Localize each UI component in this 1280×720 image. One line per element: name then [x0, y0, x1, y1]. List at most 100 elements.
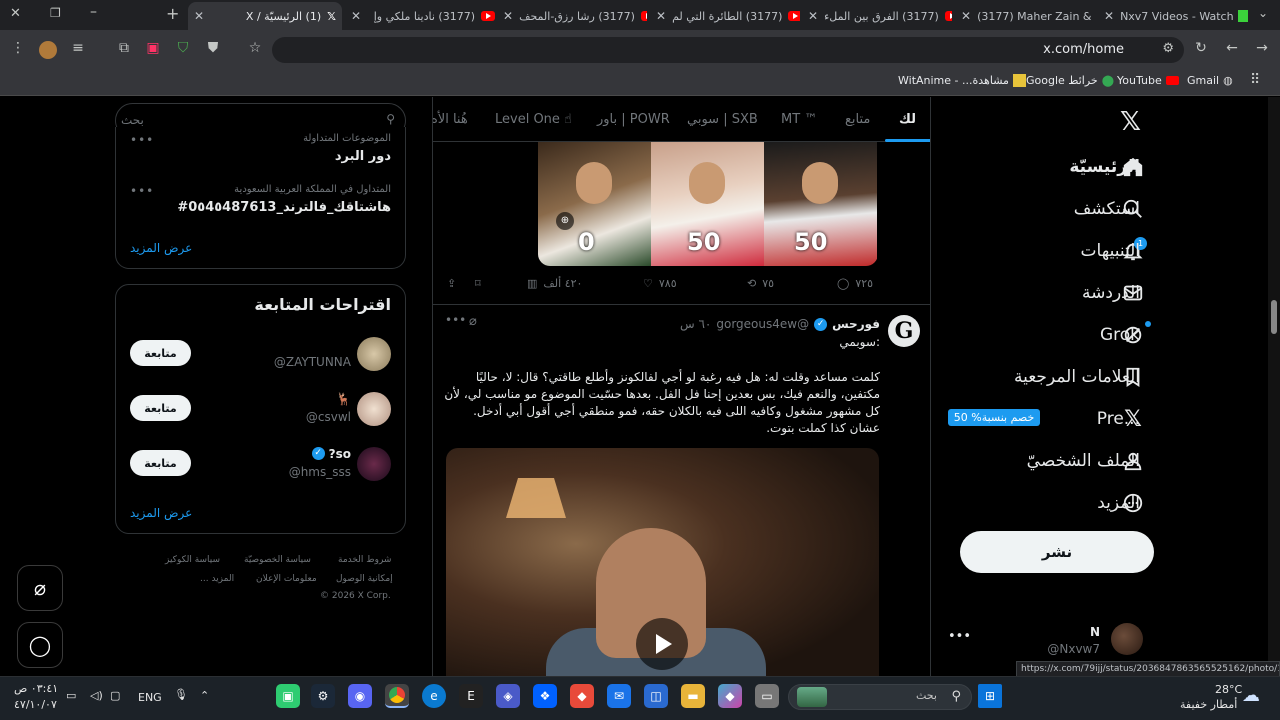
media-image[interactable]: 0 ⊕	[538, 142, 651, 266]
nav-explore[interactable]: استكشف	[1074, 199, 1140, 219]
tab-video-2[interactable]: ✕ (3177) الفرق بين الملء	[802, 4, 952, 28]
like-count[interactable]: ♡ ٧٨٥	[643, 277, 677, 290]
tweet-media[interactable]: 0 ⊕ 50 50	[538, 142, 878, 266]
trend-more-icon[interactable]: •••	[130, 184, 154, 198]
media-control-icon[interactable]: ≡	[68, 40, 88, 56]
shield-icon[interactable]: ⛉	[173, 40, 193, 56]
close-window-icon[interactable]: ✕	[10, 6, 21, 21]
app-green-icon[interactable]: ▣	[276, 684, 300, 708]
tab-video-5[interactable]: ✕ (3177) نادينا ملكي وإ	[345, 4, 495, 28]
taskbar-search[interactable]: ⚲	[788, 684, 972, 710]
tab-sxb[interactable]: سوبي | SXB	[687, 112, 758, 127]
epic-games-icon[interactable]: E	[459, 684, 483, 708]
follow-button[interactable]: متابعة	[130, 395, 191, 421]
footer-accessibility[interactable]: إمكانية الوصول	[336, 574, 393, 584]
play-button-icon[interactable]	[636, 618, 688, 670]
show-more-link[interactable]: عرض المزيد	[130, 506, 192, 520]
edge-icon[interactable]: e	[422, 684, 446, 708]
footer-more[interactable]: ... المزيد	[200, 574, 234, 584]
tweet-more-icon[interactable]: •••	[445, 313, 466, 327]
tab-more[interactable]: هُنا الأه	[433, 112, 468, 127]
suggestion-avatar[interactable]	[357, 392, 391, 426]
footer-privacy[interactable]: سياسة الخصوصيّة	[244, 555, 311, 565]
tab-mt[interactable]: MT ™	[781, 112, 817, 127]
suggestion-handle[interactable]: @ZAYTUNNA	[274, 355, 351, 369]
tweet-author-avatar[interactable]: G	[888, 315, 920, 347]
network-icon[interactable]: ▢	[110, 689, 120, 702]
tab-video-3[interactable]: ✕ (3177) الطائرة التي لم	[650, 4, 800, 28]
rain-cloud-icon[interactable]: ☁	[1242, 685, 1260, 706]
suggestion-avatar[interactable]	[357, 337, 391, 371]
follow-button[interactable]: متابعة	[130, 340, 191, 366]
restore-window-icon[interactable]: ❐	[50, 6, 61, 20]
bookmark-gmail[interactable]: Gmail ◍	[1187, 74, 1233, 87]
premium-discount-badge[interactable]: 50 %خصم بنسبة	[948, 409, 1040, 426]
tab-following[interactable]: متابع	[845, 112, 870, 127]
tab-x-home[interactable]: ✕ (1) الرئيسيّة / X 𝕏	[188, 2, 342, 30]
trend-title[interactable]: #هاشتاقك_فالترند_0٥4٥487613	[177, 200, 391, 215]
reply-count[interactable]: ◯ ٧٢٥	[837, 277, 873, 290]
app-icon[interactable]: ▭	[755, 684, 779, 708]
bookmark-witanime[interactable]: مشاهدة... - WitAnime	[898, 74, 1026, 87]
nav-notifications[interactable]: التنبيهات	[1081, 241, 1140, 261]
tray-overflow-icon[interactable]: ⌃	[200, 689, 209, 702]
back-icon[interactable]: ←	[1222, 40, 1242, 56]
battery-icon[interactable]: ▭	[66, 689, 76, 702]
new-tab-icon[interactable]: +	[166, 4, 179, 23]
trend-title[interactable]: دور البرد	[335, 149, 391, 164]
messages-floating-button[interactable]: ◯	[17, 622, 63, 668]
bookmark-youtube[interactable]: YouTube	[1117, 74, 1179, 87]
tab-for-you[interactable]: لك	[899, 112, 916, 127]
address-bar[interactable]: x.com/home ⚙	[272, 37, 1184, 63]
tweet-author-name[interactable]: فورحس	[832, 317, 880, 331]
nav-more[interactable]: المزيد	[1097, 493, 1140, 513]
nav-grok[interactable]: Grok	[1100, 325, 1140, 345]
vpn-icon[interactable]: ⛊	[203, 40, 223, 56]
minimize-window-icon[interactable]: –	[90, 4, 97, 20]
x-logo-icon[interactable]: 𝕏	[1120, 107, 1141, 137]
post-button[interactable]: نشر	[960, 531, 1154, 573]
suggestion-avatar[interactable]	[357, 447, 391, 481]
extensions-icon[interactable]: ⧉	[114, 40, 134, 56]
apps-grid-icon[interactable]: ⠿	[1250, 72, 1260, 88]
footer-ads-info[interactable]: معلومات الإعلان	[256, 574, 317, 584]
clock-date[interactable]: ٤٧/١٠/٠٧	[14, 698, 57, 711]
app-icon[interactable]: ◈	[496, 684, 520, 708]
page-scrollbar[interactable]	[1268, 97, 1280, 676]
footer-cookies[interactable]: سياسة الكوكيز	[165, 555, 220, 565]
bookmark-icon[interactable]: ⌑	[475, 277, 481, 290]
profile-avatar-icon[interactable]	[39, 41, 57, 59]
mail-icon[interactable]: ✉	[607, 684, 631, 708]
clock-time[interactable]: ٠٣:٤١ ص	[14, 682, 58, 695]
tab-level-one[interactable]: Level One ☝	[495, 112, 572, 127]
scrollbar-thumb[interactable]	[1271, 300, 1277, 334]
file-explorer-icon[interactable]: ▬	[681, 684, 705, 708]
tab-video-4[interactable]: ✕ (3177) رشا رزق-المحف	[497, 4, 647, 28]
account-menu-icon[interactable]: •••	[948, 629, 971, 644]
tab-video-1[interactable]: ✕ (3177) Maher Zain &	[955, 4, 1095, 28]
share-icon[interactable]: ⇪	[447, 277, 456, 290]
tab-search-icon[interactable]: ⌄	[1258, 6, 1268, 20]
account-avatar[interactable]	[1111, 623, 1143, 655]
tweet-video[interactable]	[446, 448, 879, 676]
tab-nxv7[interactable]: ✕ Nxv7 Videos - Watch	[1098, 4, 1248, 28]
weather-temp[interactable]: 28°C	[1215, 683, 1242, 696]
repost-count[interactable]: ⟲ ٧٥	[747, 277, 774, 290]
trend-more-icon[interactable]: •••	[130, 133, 154, 147]
nav-profile[interactable]: الملف الشخصيّ	[1027, 451, 1140, 471]
chrome-icon[interactable]	[385, 684, 409, 708]
volume-icon[interactable]: ◁)	[90, 689, 103, 702]
store-icon[interactable]: ◫	[644, 684, 668, 708]
copilot-icon[interactable]: ◆	[718, 684, 742, 708]
reload-icon[interactable]: ↻	[1191, 40, 1211, 56]
bookmark-google-maps[interactable]: خرائط Google ⬤	[1026, 74, 1114, 87]
suggestion-handle[interactable]: @csvwl	[306, 410, 351, 424]
suggestion-name-row[interactable]: so? ✓	[311, 447, 351, 461]
tweet-author-handle[interactable]: @gorgeous4ew	[716, 317, 809, 331]
weather-desc[interactable]: أمطار خفيفة	[1180, 698, 1237, 711]
close-tab-icon[interactable]: ✕	[194, 9, 204, 23]
grok-floating-button[interactable]: ⌀	[17, 565, 63, 611]
extension-icon[interactable]: ▣	[143, 40, 163, 56]
image-alt-icon[interactable]: ⊕	[556, 212, 574, 230]
views-count[interactable]: ▥ ٤٢٠ ألف	[527, 277, 582, 290]
